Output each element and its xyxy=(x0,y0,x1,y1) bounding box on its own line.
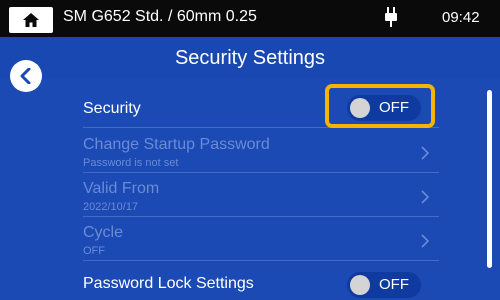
change-password-label: Change Startup Password xyxy=(83,136,270,153)
highlight-box xyxy=(325,84,435,128)
chevron-right-icon xyxy=(421,190,429,204)
page-title: Security Settings xyxy=(174,47,326,69)
password-lock-toggle[interactable]: OFF xyxy=(347,272,421,298)
chevron-right-icon xyxy=(421,234,429,248)
usb-icon xyxy=(385,7,397,27)
chevron-right-icon xyxy=(421,146,429,160)
valid-from-date: 2022/10/17 xyxy=(83,201,139,213)
cycle-row: Cycle OFF xyxy=(83,218,439,261)
chevron-left-icon xyxy=(20,68,31,84)
home-button[interactable] xyxy=(9,7,53,33)
password-lock-row: Password Lock Settings OFF xyxy=(83,262,439,300)
valid-from-row: Valid From 2022/10/17 xyxy=(83,174,439,217)
toggle-knob xyxy=(350,275,370,295)
status-bar: SM G652 Std. / 60mm 0.25 09:42 xyxy=(0,0,500,37)
device-title: SM G652 Std. / 60mm 0.25 xyxy=(63,8,257,25)
home-icon xyxy=(23,13,39,27)
toggle-state: OFF xyxy=(379,276,409,293)
back-button[interactable] xyxy=(10,60,42,92)
valid-from-label: Valid From xyxy=(83,180,160,197)
security-label: Security xyxy=(83,100,141,117)
change-password-row: Change Startup Password Password is not … xyxy=(83,130,439,173)
scrollbar[interactable] xyxy=(487,90,492,268)
password-lock-label: Password Lock Settings xyxy=(83,275,254,292)
cycle-label: Cycle xyxy=(83,224,124,241)
cycle-value: OFF xyxy=(83,245,105,257)
clock: 09:42 xyxy=(442,9,480,26)
change-password-status: Password is not set xyxy=(83,157,179,169)
